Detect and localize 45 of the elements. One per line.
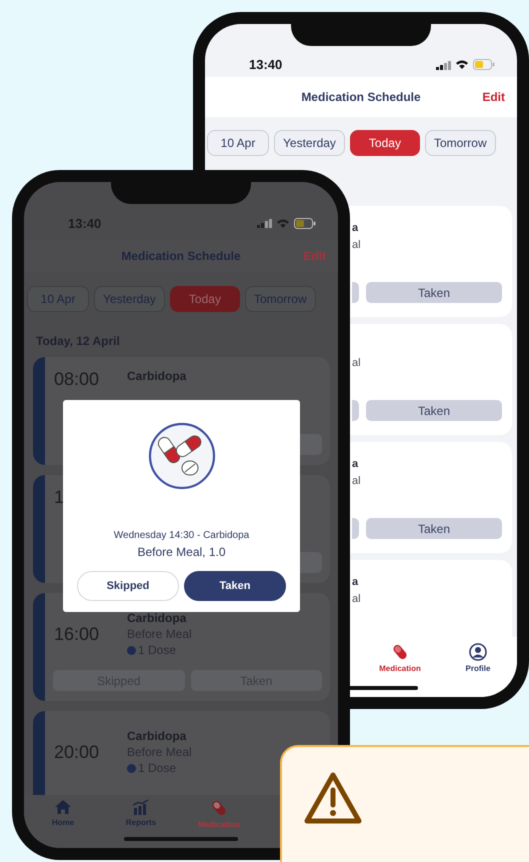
skipped-button[interactable]: Skipped	[77, 571, 179, 601]
tab-item[interactable]: Profile	[439, 643, 517, 679]
skipped-button[interactable]	[352, 518, 359, 539]
medicine-name: Carbidopa	[127, 611, 188, 625]
medicine-name: Carbidopa	[127, 729, 188, 743]
taken-button[interactable]: Taken	[184, 571, 286, 601]
medicine-name: a	[352, 458, 360, 472]
bar-chart-icon	[132, 799, 150, 815]
meal-note: al	[352, 357, 362, 369]
date-chip[interactable]: 10 Apr	[207, 130, 269, 156]
dose-dot	[127, 646, 136, 654]
tab-item[interactable]: Medication	[361, 643, 439, 679]
dose-time: 20:00	[53, 742, 100, 762]
screen-title: Medication Schedule	[301, 90, 421, 104]
date-chip[interactable]: Today	[350, 130, 420, 156]
wifi-icon	[455, 59, 469, 70]
skipped-button[interactable]	[352, 400, 359, 421]
dose-time: 16:00	[53, 624, 100, 644]
medicine-pills-icon	[148, 422, 216, 490]
date-chip[interactable]: Yesterday	[274, 130, 345, 156]
home-icon	[54, 799, 72, 815]
meal-note: al	[352, 239, 362, 251]
battery-icon	[294, 218, 316, 228]
taken-button[interactable]: Taken	[366, 282, 502, 303]
medicine-name: a	[352, 576, 360, 590]
taken-button[interactable]: Taken	[366, 400, 502, 421]
dialog-message: Wednesday 14:30 - Carbidopa	[114, 530, 250, 541]
signal-icon	[436, 60, 451, 70]
edit-link[interactable]: Edit	[482, 90, 505, 104]
wifi-icon	[276, 218, 290, 228]
date-chip[interactable]: Tomorrow	[424, 130, 496, 156]
battery-icon	[473, 59, 495, 70]
dose-dot	[127, 764, 136, 772]
skipped-button[interactable]	[352, 282, 359, 303]
status-time: 13:40	[249, 57, 282, 72]
meal-note: al	[352, 593, 362, 605]
warning-icon	[303, 771, 363, 825]
medicine-name: a	[352, 222, 360, 236]
person-icon	[469, 643, 487, 661]
dialog-detail: Before Meal, 1.0	[137, 545, 226, 559]
meal-note: al	[352, 475, 362, 487]
medicine-name: Carbidopa	[127, 369, 186, 383]
dose-time: 08:00	[53, 369, 100, 390]
signal-icon	[257, 218, 272, 228]
taken-button[interactable]: Taken	[366, 518, 502, 539]
